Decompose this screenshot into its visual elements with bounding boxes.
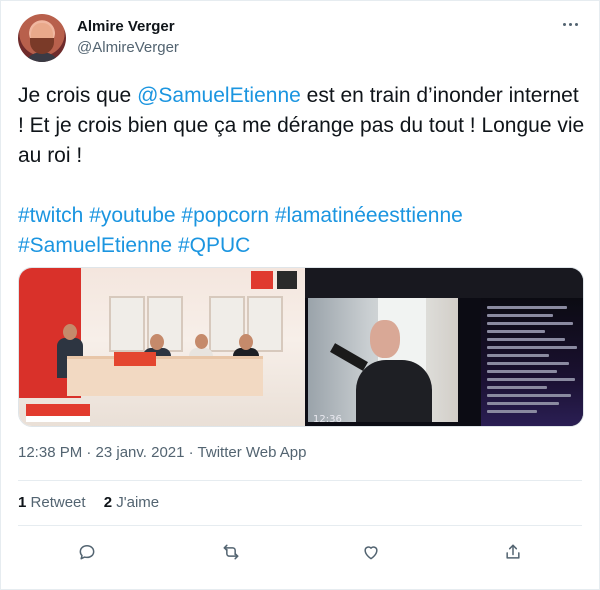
divider — [18, 480, 582, 481]
popcorn-logo — [251, 271, 273, 289]
reply-icon — [79, 545, 95, 560]
likes-label: J'aime — [116, 494, 160, 511]
avatar-beard — [30, 38, 54, 54]
studio-scene — [19, 268, 305, 426]
likes-count: 2 — [103, 494, 113, 511]
tweet-actions — [1, 539, 600, 565]
like-icon — [364, 546, 378, 560]
share-icon — [506, 544, 520, 559]
stream-scene: 12:36 — [305, 268, 583, 426]
studio-desk — [67, 356, 263, 396]
tweet-stats: 1 Retweet 2 J'aime — [18, 494, 173, 511]
retweets-count: 1 — [18, 494, 27, 511]
stream-timestamp: 12:36 — [313, 414, 342, 425]
retweet-button[interactable] — [218, 539, 244, 565]
webcam-view — [308, 298, 458, 422]
tweet-text-intro: Je crois que — [18, 84, 138, 107]
divider — [18, 525, 582, 526]
likes-stat[interactable]: 2 J'aime — [104, 494, 159, 511]
chat-panel — [481, 298, 583, 426]
desk-logo — [114, 352, 156, 366]
author-name[interactable]: Almire Verger — [77, 18, 175, 35]
retweet-icon — [223, 544, 239, 560]
tweet-text: Je crois que @SamuelEtienne est en train… — [18, 81, 588, 261]
hashtags-line-1[interactable]: #twitch #youtube #popcorn #lamatinéeestt… — [18, 201, 588, 231]
hashtags-line-2[interactable]: #SamuelEtienne #QPUC — [18, 231, 588, 261]
microphone — [330, 343, 368, 371]
more-options-icon[interactable] — [560, 18, 580, 32]
retweets-stat[interactable]: 1 Retweet — [18, 494, 86, 511]
tweet-card: Almire Verger @AlmireVerger Je crois que… — [0, 0, 600, 590]
tweet-timestamp[interactable]: 12:38 PM · 23 janv. 2021 · Twitter Web A… — [18, 444, 307, 461]
author-handle[interactable]: @AlmireVerger — [77, 39, 179, 56]
mention-link[interactable]: @SamuelEtienne — [137, 84, 301, 107]
retweets-label: Retweet — [30, 494, 86, 511]
share-button[interactable] — [500, 539, 526, 565]
stream-topbar — [305, 268, 583, 298]
avatar[interactable] — [18, 14, 66, 62]
tweet-media[interactable]: 12:36 — [18, 267, 584, 427]
like-button[interactable] — [358, 539, 384, 565]
tweet-header: Almire Verger @AlmireVerger — [18, 14, 582, 64]
studio-logo — [277, 271, 297, 289]
reply-button[interactable] — [74, 539, 100, 565]
